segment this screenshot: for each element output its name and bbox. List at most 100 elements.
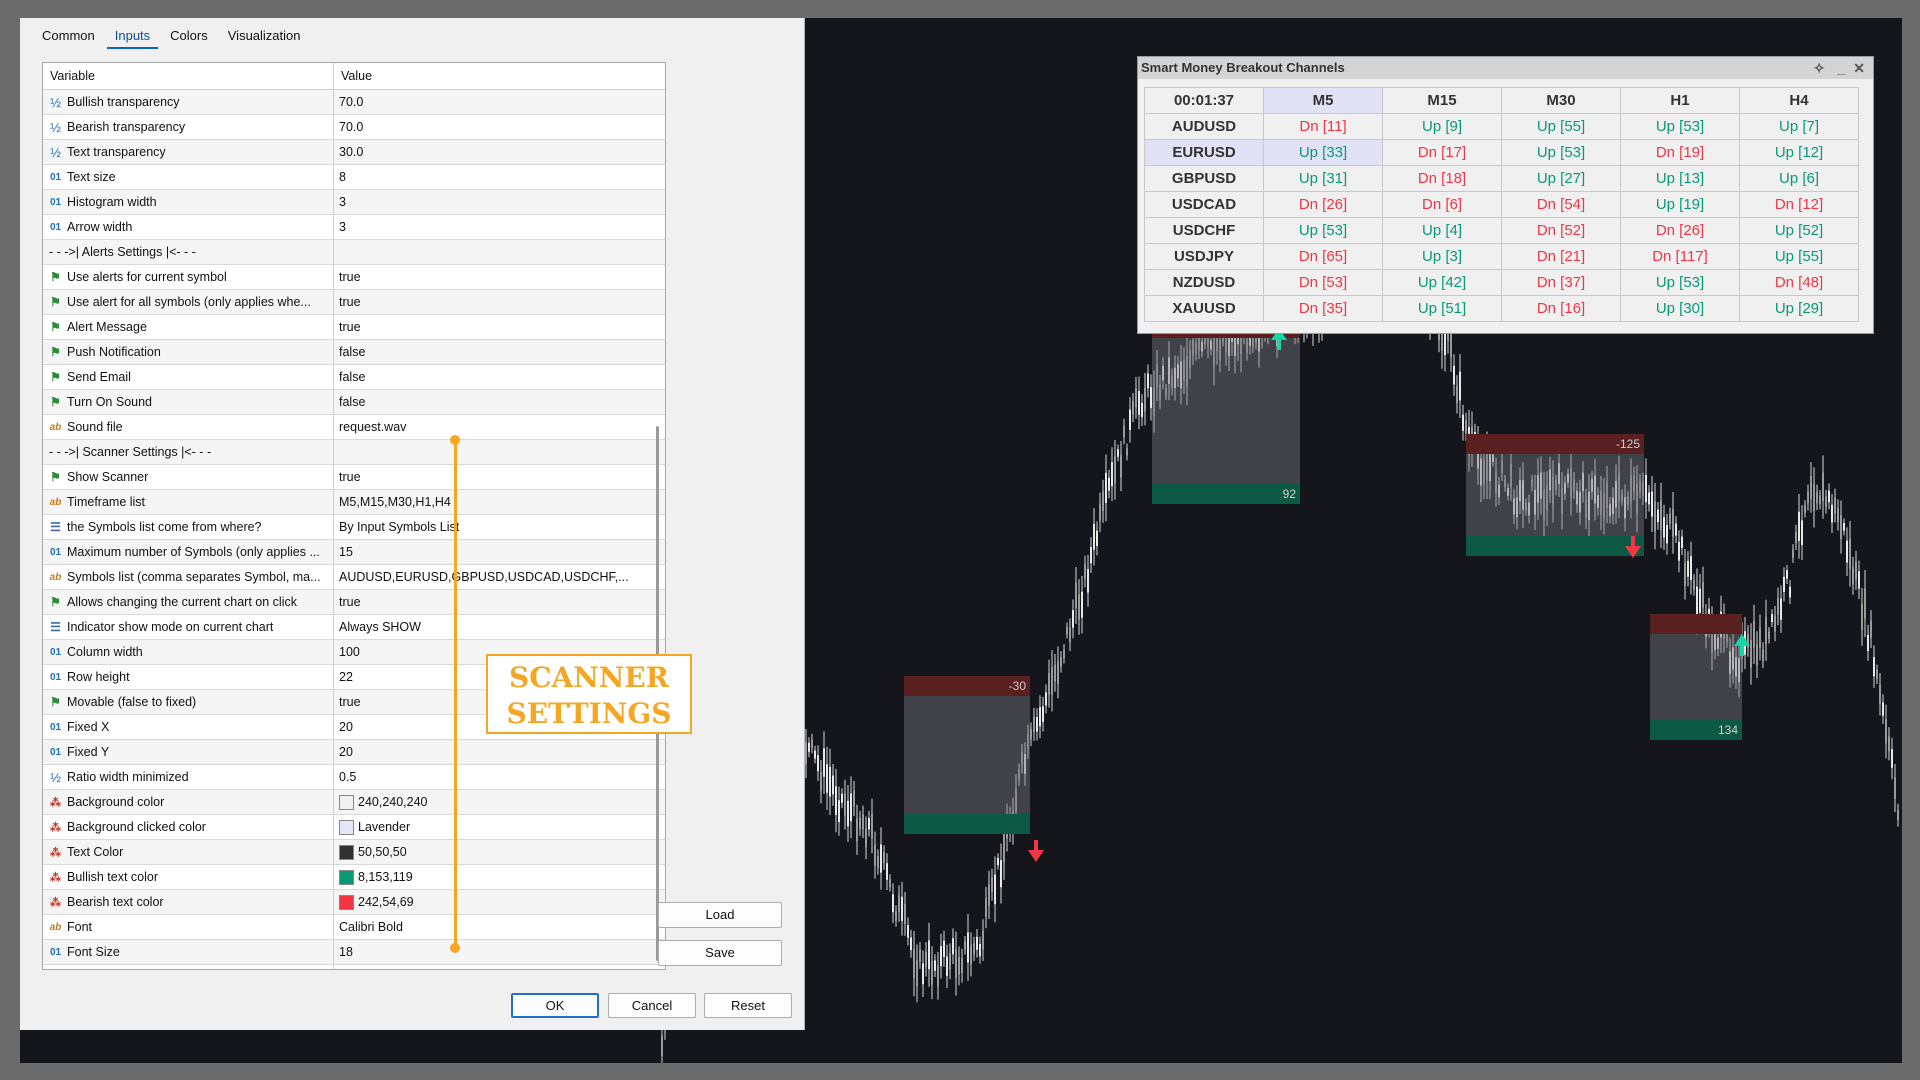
input-value-cell[interactable] (334, 440, 665, 464)
input-value-cell[interactable]: request.wav (334, 415, 665, 439)
input-value-cell[interactable]: false (334, 340, 665, 364)
signal-cell[interactable]: Up [51] (1382, 295, 1502, 322)
input-value-cell[interactable]: true (334, 590, 665, 614)
input-value-cell[interactable]: 8 (334, 165, 665, 189)
color-swatch[interactable] (339, 869, 354, 885)
input-value-cell[interactable]: By Input Symbols List (334, 515, 665, 539)
input-value-cell[interactable]: 0 (334, 965, 665, 969)
input-value-cell[interactable] (334, 240, 665, 264)
input-row[interactable]: ½ Text transparency 30.0 (43, 140, 665, 165)
input-row[interactable]: ab Symbols list (comma separates Symbol, … (43, 565, 665, 590)
save-button[interactable]: Save (658, 940, 782, 966)
symbol-cell[interactable]: AUDUSD (1144, 113, 1264, 140)
signal-cell[interactable]: Up [42] (1382, 269, 1502, 296)
signal-cell[interactable]: Dn [21] (1501, 243, 1621, 270)
input-value-cell[interactable]: 240,240,240 (334, 790, 665, 814)
signal-cell[interactable]: Dn [35] (1263, 295, 1383, 322)
input-value-cell[interactable]: 3 (334, 190, 665, 214)
input-value-cell[interactable]: 30.0 (334, 140, 665, 164)
timeframe-header[interactable]: M15 (1382, 87, 1502, 114)
signal-cell[interactable]: Up [53] (1501, 139, 1621, 166)
reset-button[interactable]: Reset (704, 993, 792, 1018)
input-row[interactable]: 01ID (Use if you want to add more to the… (43, 965, 665, 969)
signal-cell[interactable]: Up [31] (1263, 165, 1383, 192)
signal-cell[interactable]: Dn [18] (1382, 165, 1502, 192)
input-value-cell[interactable]: 3 (334, 215, 665, 239)
tab-visualization[interactable]: Visualization (220, 26, 309, 49)
signal-cell[interactable]: Up [53] (1263, 217, 1383, 244)
signal-cell[interactable]: Dn [17] (1382, 139, 1502, 166)
signal-cell[interactable]: Dn [117] (1620, 243, 1740, 270)
signal-cell[interactable]: Up [19] (1620, 191, 1740, 218)
value-column-header[interactable]: Value (334, 63, 372, 89)
symbol-cell[interactable]: USDJPY (1144, 243, 1264, 270)
input-value-cell[interactable]: 8,153,119 (334, 865, 665, 889)
signal-cell[interactable]: Up [55] (1739, 243, 1859, 270)
signal-cell[interactable]: Dn [54] (1501, 191, 1621, 218)
timeframe-header[interactable]: H4 (1739, 87, 1859, 114)
input-row[interactable]: ⚑ Send Email false (43, 365, 665, 390)
input-value-cell[interactable]: 70.0 (334, 90, 665, 114)
signal-cell[interactable]: Up [33] (1263, 139, 1383, 166)
input-value-cell[interactable]: true (334, 315, 665, 339)
signal-cell[interactable]: Dn [48] (1739, 269, 1859, 296)
pin-icon[interactable]: ✧ (1813, 57, 1825, 79)
signal-cell[interactable]: Up [29] (1739, 295, 1859, 322)
signal-cell[interactable]: Up [7] (1739, 113, 1859, 140)
color-swatch[interactable] (339, 844, 354, 860)
color-swatch[interactable] (339, 794, 354, 810)
signal-cell[interactable]: Dn [16] (1501, 295, 1621, 322)
input-row[interactable]: 01 Font Size 18 (43, 940, 665, 965)
input-value-cell[interactable]: true (334, 265, 665, 289)
input-row[interactable]: 01 Histogram width 3 (43, 190, 665, 215)
signal-cell[interactable]: Up [4] (1382, 217, 1502, 244)
input-value-cell[interactable]: 18 (334, 940, 665, 964)
tab-inputs[interactable]: Inputs (106, 26, 159, 49)
signal-cell[interactable]: Up [53] (1620, 269, 1740, 296)
symbol-cell[interactable]: GBPUSD (1144, 165, 1264, 192)
input-value-cell[interactable]: M5,M15,M30,H1,H4 (334, 490, 665, 514)
symbol-cell[interactable]: XAUUSD (1144, 295, 1264, 322)
signal-cell[interactable]: Up [52] (1739, 217, 1859, 244)
signal-cell[interactable]: Dn [26] (1263, 191, 1383, 218)
input-row[interactable]: 01 Maximum number of Symbols (only applie… (43, 540, 665, 565)
minimize-icon[interactable]: _ (1837, 57, 1845, 79)
input-row[interactable]: ⁂ Text Color 50,50,50 (43, 840, 665, 865)
input-value-cell[interactable]: Always SHOW (334, 615, 665, 639)
input-value-cell[interactable]: true (334, 290, 665, 314)
signal-cell[interactable]: Up [6] (1739, 165, 1859, 192)
input-value-cell[interactable]: 50,50,50 (334, 840, 665, 864)
signal-cell[interactable]: Up [3] (1382, 243, 1502, 270)
input-row[interactable]: ⚑ Push Notification false (43, 340, 665, 365)
timeframe-header[interactable]: M30 (1501, 87, 1621, 114)
input-value-cell[interactable]: 70.0 (334, 115, 665, 139)
input-row[interactable]: 01 Fixed Y 20 (43, 740, 665, 765)
timeframe-header[interactable]: H1 (1620, 87, 1740, 114)
symbol-cell[interactable]: EURUSD (1144, 139, 1264, 166)
signal-cell[interactable]: Dn [53] (1263, 269, 1383, 296)
input-row[interactable]: ⚑ Use alerts for current symbol true (43, 265, 665, 290)
input-row[interactable]: ☰ the Symbols list come from where? By Inp… (43, 515, 665, 540)
input-row[interactable]: ⚑ Allows changing the current chart on cl… (43, 590, 665, 615)
signal-cell[interactable]: Up [27] (1501, 165, 1621, 192)
input-row[interactable]: ½ Bearish transparency 70.0 (43, 115, 665, 140)
input-row[interactable]: ⁂ Bullish text color 8,153,119 (43, 865, 665, 890)
input-row[interactable]: 01 Arrow width 3 (43, 215, 665, 240)
input-value-cell[interactable]: false (334, 390, 665, 414)
signal-cell[interactable]: Up [9] (1382, 113, 1502, 140)
signal-cell[interactable]: Dn [65] (1263, 243, 1383, 270)
input-row[interactable]: ⁂ Background color 240,240,240 (43, 790, 665, 815)
symbol-cell[interactable]: USDCAD (1144, 191, 1264, 218)
cancel-button[interactable]: Cancel (608, 993, 696, 1018)
load-button[interactable]: Load (658, 902, 782, 928)
timeframe-header[interactable]: M5 (1263, 87, 1383, 114)
signal-cell[interactable]: Dn [52] (1501, 217, 1621, 244)
symbol-cell[interactable]: NZDUSD (1144, 269, 1264, 296)
input-row[interactable]: ½ Bullish transparency 70.0 (43, 90, 665, 115)
signal-cell[interactable]: Dn [6] (1382, 191, 1502, 218)
tab-colors[interactable]: Colors (162, 26, 216, 49)
input-row[interactable]: ⚑ Show Scanner true (43, 465, 665, 490)
input-value-cell[interactable]: 20 (334, 740, 665, 764)
input-value-cell[interactable]: AUDUSD,EURUSD,GBPUSD,USDCAD,USDCHF,... (334, 565, 665, 589)
signal-cell[interactable]: Up [12] (1739, 139, 1859, 166)
